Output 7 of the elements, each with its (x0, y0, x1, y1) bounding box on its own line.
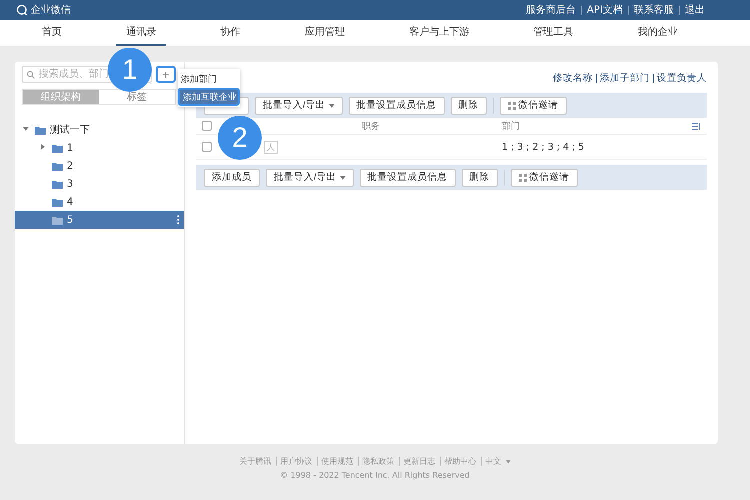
column-header: 职务 (362, 120, 380, 132)
table-cell: 1 ; 3 ; 2 ; 3 ; 4 ; 5 (502, 142, 584, 152)
role-tag: 人 (264, 140, 278, 154)
column-header: 部门 (502, 120, 520, 132)
logo: 企业微信 (16, 3, 71, 17)
copyright: © 1998 - 2022 Tencent Inc. All Rights Reserved (280, 471, 470, 480)
step-tooltip: 1 (108, 48, 152, 92)
